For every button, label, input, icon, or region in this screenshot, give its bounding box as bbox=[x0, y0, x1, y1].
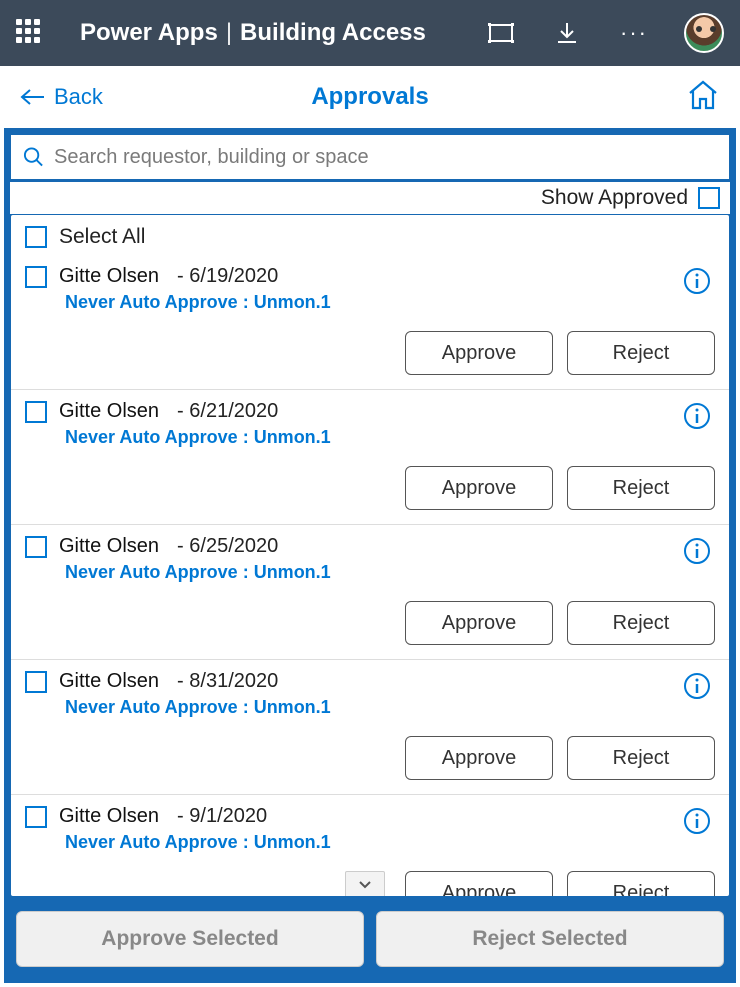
request-details: Never Auto Approve : Unmon.1 bbox=[65, 562, 715, 583]
page-title: Approvals bbox=[0, 83, 740, 111]
info-icon[interactable] bbox=[683, 807, 711, 835]
fit-to-screen-icon[interactable] bbox=[488, 20, 514, 46]
request-details: Never Auto Approve : Unmon.1 bbox=[65, 697, 715, 718]
select-all-row: Select All bbox=[11, 215, 729, 255]
item-checkbox[interactable] bbox=[25, 266, 47, 288]
back-label: Back bbox=[54, 84, 103, 110]
search-input[interactable] bbox=[54, 146, 717, 169]
item-actions: Approve Reject bbox=[25, 466, 715, 510]
search-field-wrap[interactable] bbox=[10, 134, 730, 180]
reject-button[interactable]: Reject bbox=[567, 601, 715, 645]
download-icon[interactable] bbox=[554, 20, 580, 46]
approvals-list: Select All Gitte Olsen - 6/19/2020 Never A… bbox=[10, 214, 730, 897]
info-icon[interactable] bbox=[683, 672, 711, 700]
info-icon[interactable] bbox=[683, 537, 711, 565]
item-actions: Approve Reject bbox=[25, 601, 715, 645]
approve-button[interactable]: Approve bbox=[405, 331, 553, 375]
title-divider: | bbox=[226, 19, 232, 47]
show-approved-row: Show Approved bbox=[10, 182, 730, 214]
item-actions: Approve Reject bbox=[25, 871, 715, 896]
approve-selected-button[interactable]: Approve Selected bbox=[16, 911, 364, 967]
approval-item: Gitte Olsen - 9/1/2020 Never Auto Approve … bbox=[11, 794, 729, 896]
info-icon[interactable] bbox=[683, 402, 711, 430]
app-launcher-icon[interactable] bbox=[16, 19, 44, 47]
home-icon[interactable] bbox=[686, 79, 720, 116]
item-checkbox[interactable] bbox=[25, 806, 47, 828]
reject-selected-button[interactable]: Reject Selected bbox=[376, 911, 724, 967]
select-all-label: Select All bbox=[59, 225, 145, 249]
page-subheader: Back Approvals bbox=[0, 66, 740, 128]
item-actions: Approve Reject bbox=[25, 331, 715, 375]
approval-item: Gitte Olsen - 6/21/2020 Never Auto Approve… bbox=[11, 389, 729, 524]
request-details: Never Auto Approve : Unmon.1 bbox=[65, 292, 715, 313]
app-title: Power Apps | Building Access bbox=[80, 19, 426, 47]
search-icon bbox=[23, 146, 44, 168]
items-container: Gitte Olsen - 6/19/2020 Never Auto Approve… bbox=[11, 255, 729, 896]
request-date: - 9/1/2020 bbox=[177, 805, 267, 828]
request-details: Never Auto Approve : Unmon.1 bbox=[65, 427, 715, 448]
reject-button[interactable]: Reject bbox=[567, 871, 715, 896]
item-actions: Approve Reject bbox=[25, 736, 715, 780]
requestor-name: Gitte Olsen bbox=[59, 805, 159, 828]
select-all-checkbox[interactable] bbox=[25, 226, 47, 248]
approve-button[interactable]: Approve bbox=[405, 736, 553, 780]
request-date: - 6/19/2020 bbox=[177, 265, 278, 288]
reject-button[interactable]: Reject bbox=[567, 466, 715, 510]
chevron-down-icon[interactable] bbox=[345, 871, 385, 896]
item-checkbox[interactable] bbox=[25, 401, 47, 423]
approval-item: Gitte Olsen - 8/31/2020 Never Auto Approve… bbox=[11, 659, 729, 794]
requestor-name: Gitte Olsen bbox=[59, 265, 159, 288]
show-approved-label: Show Approved bbox=[541, 186, 688, 210]
request-date: - 8/31/2020 bbox=[177, 670, 278, 693]
requestor-name: Gitte Olsen bbox=[59, 670, 159, 693]
info-icon[interactable] bbox=[683, 267, 711, 295]
user-avatar[interactable] bbox=[684, 13, 724, 53]
bulk-action-bar: Approve Selected Reject Selected bbox=[10, 897, 730, 977]
requestor-name: Gitte Olsen bbox=[59, 400, 159, 423]
approve-button[interactable]: Approve bbox=[405, 466, 553, 510]
request-date: - 6/25/2020 bbox=[177, 535, 278, 558]
app-name: Power Apps bbox=[80, 19, 218, 47]
back-button[interactable]: Back bbox=[20, 84, 103, 110]
requestor-name: Gitte Olsen bbox=[59, 535, 159, 558]
reject-button[interactable]: Reject bbox=[567, 331, 715, 375]
approve-button[interactable]: Approve bbox=[405, 871, 553, 896]
show-approved-checkbox[interactable] bbox=[698, 187, 720, 209]
approval-item: Gitte Olsen - 6/25/2020 Never Auto Approve… bbox=[11, 524, 729, 659]
reject-button[interactable]: Reject bbox=[567, 736, 715, 780]
app-topbar: Power Apps | Building Access ··· bbox=[0, 0, 740, 66]
item-checkbox[interactable] bbox=[25, 671, 47, 693]
request-details: Never Auto Approve : Unmon.1 bbox=[65, 832, 715, 853]
request-date: - 6/21/2020 bbox=[177, 400, 278, 423]
content-frame: Show Approved Select All Gitte Olsen - 6/… bbox=[4, 128, 736, 983]
approval-item: Gitte Olsen - 6/19/2020 Never Auto Approve… bbox=[11, 255, 729, 389]
more-menu-icon[interactable]: ··· bbox=[620, 20, 648, 46]
item-checkbox[interactable] bbox=[25, 536, 47, 558]
approve-button[interactable]: Approve bbox=[405, 601, 553, 645]
app-page-name: Building Access bbox=[240, 19, 426, 47]
